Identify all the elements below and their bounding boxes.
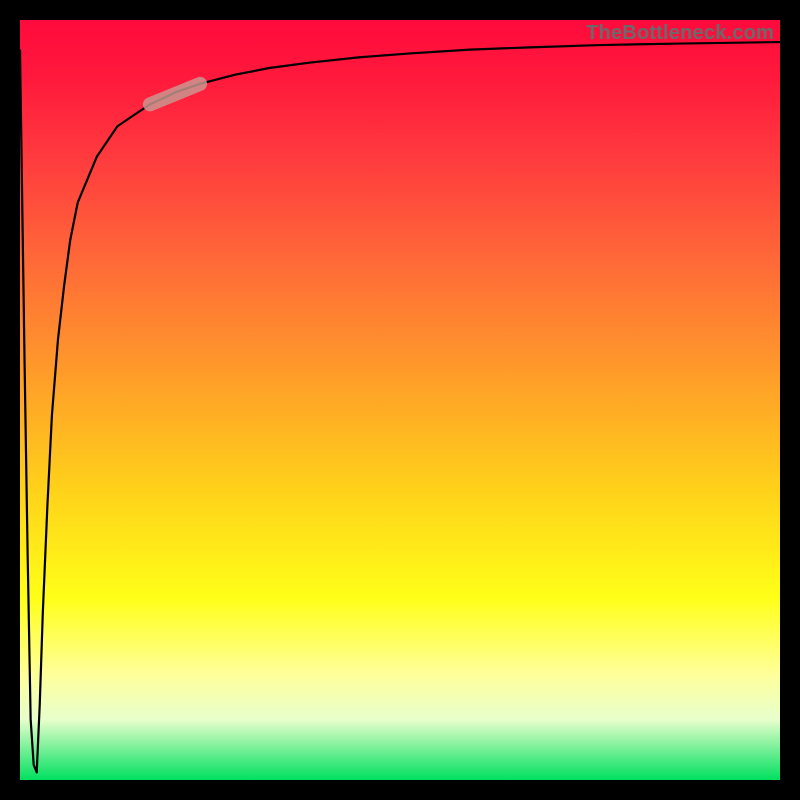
plot-area: TheBottleneck.com: [20, 20, 780, 780]
attribution-label: TheBottleneck.com: [586, 22, 774, 45]
chart-frame: TheBottleneck.com: [0, 0, 800, 800]
curve-marker: [150, 84, 200, 105]
bottleneck-curve: [20, 42, 780, 772]
curve-layer: [20, 20, 780, 780]
